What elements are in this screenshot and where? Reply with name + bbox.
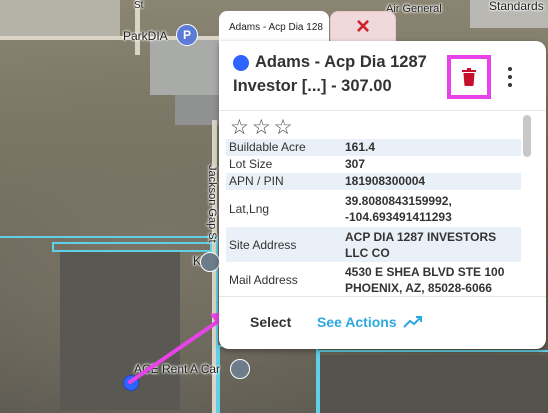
details-scrollbar[interactable] bbox=[523, 115, 531, 157]
see-actions-label: See Actions bbox=[317, 314, 397, 330]
parcel-outline-mid[interactable] bbox=[218, 345, 318, 413]
see-actions-button[interactable]: See Actions bbox=[317, 314, 423, 330]
trash-icon bbox=[462, 68, 476, 86]
building-top bbox=[0, 0, 120, 36]
parcel-outline-small[interactable] bbox=[52, 242, 212, 252]
parking-lot bbox=[150, 40, 230, 95]
footer-divider bbox=[219, 296, 546, 297]
close-icon: × bbox=[355, 13, 370, 40]
detail-row: APN / PIN 181908300004 bbox=[226, 173, 521, 190]
location-marker[interactable] bbox=[123, 375, 139, 391]
details-table: Buildable Acre 161.4 Lot Size 307 APN / … bbox=[226, 139, 521, 296]
delete-button[interactable] bbox=[447, 55, 491, 99]
detail-row: Lat,Lng 39.8080843159992, -104.693491411… bbox=[229, 193, 452, 224]
map-label-street-top: St bbox=[134, 0, 144, 11]
more-options-icon[interactable] bbox=[503, 67, 517, 87]
tab-parcel[interactable]: Adams - Acp Dia 128 bbox=[219, 11, 329, 43]
map-label-jackson-gap: Jackson Gap St bbox=[206, 165, 218, 243]
map-label-ace-rent: ACE Rent A Car bbox=[134, 362, 221, 376]
parcel-outline-left[interactable] bbox=[0, 236, 218, 413]
select-button[interactable]: Select bbox=[250, 314, 291, 330]
detail-row: Site Address ACP DIA 1287 INVESTORS LLC … bbox=[226, 227, 521, 262]
detail-row: Lot Size 307 bbox=[229, 157, 366, 171]
map-poi-icon[interactable] bbox=[200, 252, 220, 272]
close-tab-button[interactable]: × bbox=[330, 11, 396, 43]
rating-stars-icon[interactable]: ☆☆☆ bbox=[230, 115, 295, 140]
tab-label: Adams - Acp Dia 128 bbox=[229, 21, 323, 33]
parking-lot-lower bbox=[175, 95, 225, 125]
car-rental-pin-icon[interactable] bbox=[230, 359, 250, 379]
map-label-standards: Standards bbox=[489, 0, 544, 13]
details-scroll-area[interactable]: ☆☆☆ Buildable Acre 161.4 Lot Size 307 AP… bbox=[219, 111, 546, 296]
map-label-parkdia: ParkDIA bbox=[123, 29, 168, 43]
trending-up-icon bbox=[402, 316, 422, 328]
detail-row: Mail Address 4530 E SHEA BLVD STE 100 PH… bbox=[229, 265, 505, 295]
parking-pin-icon[interactable]: P bbox=[176, 24, 198, 46]
detail-row: Buildable Acre 161.4 bbox=[226, 139, 521, 156]
parcel-popup: Adams - Acp Dia 1287 Investor [...] - 30… bbox=[219, 41, 546, 349]
parcel-title: Adams - Acp Dia 1287 Investor [...] - 30… bbox=[233, 53, 427, 95]
parcel-outline-right[interactable] bbox=[318, 350, 548, 413]
